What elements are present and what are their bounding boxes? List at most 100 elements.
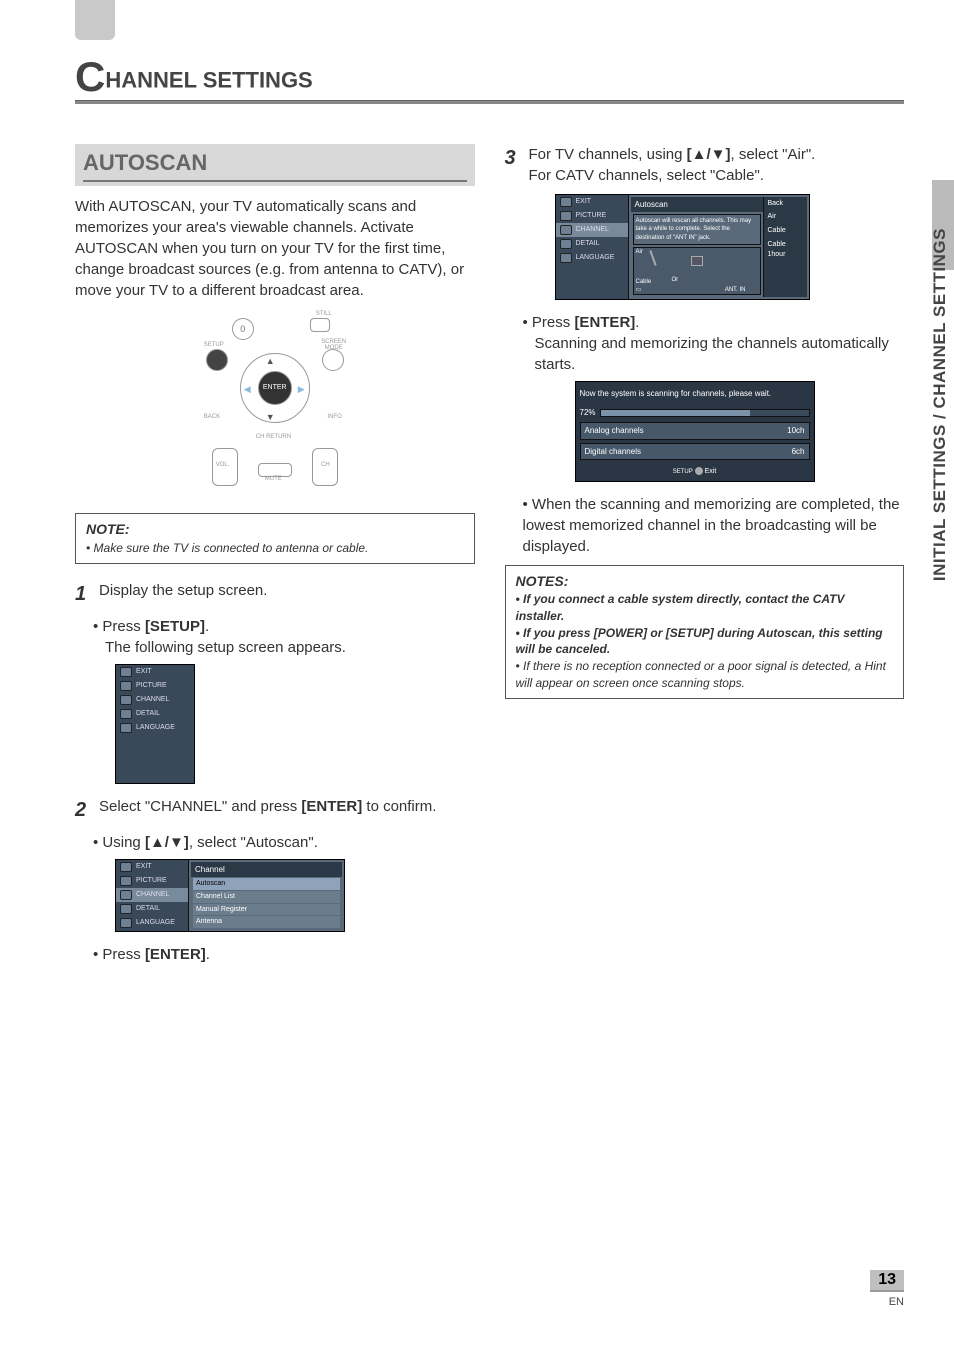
- language-icon: [120, 723, 132, 733]
- osd-item-channel-label: CHANNEL: [136, 695, 169, 705]
- detail-icon: [120, 709, 132, 719]
- note2-item-0: • If you connect a cable system directly…: [516, 591, 894, 625]
- picture-icon: [120, 876, 132, 886]
- step-2: 2 Select "CHANNEL" and press [ENTER] to …: [75, 796, 475, 824]
- osd-item-picture: PICTURE: [116, 679, 194, 693]
- step-3-press-a: Press: [532, 314, 575, 331]
- page-footer: 13 EN: [870, 1270, 904, 1310]
- osd2-row-manualreg: Manual Register: [193, 904, 340, 916]
- chapter-rule: [75, 100, 904, 104]
- progress-analog-label: Analog channels: [585, 425, 644, 436]
- remote-btn-setup: [206, 349, 228, 371]
- osd2-detail-label: DETAIL: [136, 904, 160, 914]
- progress-analog-val: 10ch: [787, 425, 804, 436]
- progress-row-digital: Digital channels 6ch: [580, 443, 810, 460]
- step-1-num: 1: [75, 580, 91, 608]
- channel-icon: [120, 695, 132, 705]
- step-2-text-b: to confirm.: [362, 798, 436, 815]
- channel-icon: [120, 890, 132, 900]
- note-body-1: • Make sure the TV is connected to anten…: [86, 540, 464, 557]
- step-3-press: Press [ENTER].: [523, 314, 640, 331]
- step-2-press-bold: [ENTER]: [145, 946, 206, 963]
- progress-percent: 72%: [580, 407, 596, 418]
- language-icon: [120, 918, 132, 928]
- step-2-press: Press [ENTER].: [93, 946, 210, 963]
- osd2-item-channel: CHANNEL: [116, 888, 188, 902]
- chapter-initial: C: [75, 53, 105, 100]
- osd-channel-menu: EXIT PICTURE CHANNEL DETAIL LANGUAGE Cha…: [115, 859, 345, 932]
- osd2-picture-label: PICTURE: [136, 876, 167, 886]
- osd-item-detail: DETAIL: [116, 707, 194, 721]
- progress-digital-label: Digital channels: [585, 446, 641, 457]
- step-3-line1b: , select "Air".: [731, 146, 816, 163]
- osd2-item-language: LANGUAGE: [116, 916, 188, 930]
- osd2-item-exit: EXIT: [116, 860, 188, 874]
- osd-item-language: LANGUAGE: [116, 721, 194, 735]
- step-2-sub-bold: [▲/▼]: [145, 834, 189, 851]
- osd3-language-label: LANGUAGE: [576, 253, 615, 263]
- step-3-line1a: For TV channels, using: [529, 146, 687, 163]
- osd3-detail-label: DETAIL: [576, 239, 600, 249]
- osd2-panel-title: Channel: [191, 862, 342, 877]
- osd-item-exit: EXIT: [116, 665, 194, 679]
- chapter-rest: HANNEL SETTINGS: [105, 68, 312, 93]
- progress-digital-val: 6ch: [792, 446, 805, 457]
- step-1: 1 Display the setup screen.: [75, 580, 475, 608]
- progress-bar-fill: [601, 410, 751, 416]
- progress-header: Now the system is scanning for channels,…: [580, 386, 810, 403]
- osd-item-detail-label: DETAIL: [136, 709, 160, 719]
- remote-label-mute: MUTE: [265, 475, 282, 483]
- osd2-row-autoscan: Autoscan: [193, 878, 340, 890]
- dpad-right-icon: ▶: [298, 383, 305, 396]
- osd2-item-picture: PICTURE: [116, 874, 188, 888]
- note2-item-1: • If you press [POWER] or [SETUP] during…: [516, 625, 894, 659]
- remote-label-setup: SETUP: [204, 341, 224, 349]
- osd-progress: Now the system is scanning for channels,…: [575, 381, 815, 482]
- note-head-2: NOTES:: [516, 572, 894, 592]
- dpad-up-icon: ▲: [266, 355, 275, 368]
- step-1-sub1c: .: [205, 618, 209, 635]
- step-3-line2: For CATV channels, select "Cable".: [529, 167, 764, 184]
- osd3-msg: Autoscan will rescan all channels. This …: [633, 214, 761, 245]
- picture-icon: [120, 681, 132, 691]
- progress-bar: [600, 409, 810, 417]
- diagram-or: Or: [672, 276, 679, 284]
- page-lang: EN: [889, 1296, 904, 1308]
- osd3-opt-cable: Cable: [764, 224, 807, 238]
- step-3-press-tail: .: [635, 314, 639, 331]
- osd3-opt-air: Air: [764, 210, 807, 224]
- step-2-text-a: Select "CHANNEL" and press: [99, 798, 301, 815]
- dpad-down-icon: ▼: [266, 411, 275, 424]
- picture-icon: [560, 211, 572, 221]
- osd3-item-detail: DETAIL: [556, 237, 628, 251]
- step-2-press-tail: .: [206, 946, 210, 963]
- osd3-diagram: Air Cable Or ANT. IN ▭: [633, 247, 761, 295]
- page-number: 13: [870, 1270, 904, 1292]
- remote-label-info: INFO: [327, 413, 341, 421]
- section-title: AUTOSCAN: [83, 148, 467, 183]
- osd-autoscan: EXIT PICTURE CHANNEL DETAIL LANGUAGE Aut…: [555, 194, 810, 300]
- exit-icon: [120, 862, 132, 872]
- step-2-sub-b: , select "Autoscan".: [189, 834, 318, 851]
- step-1-sub1b: [SETUP]: [145, 618, 205, 635]
- osd2-language-label: LANGUAGE: [136, 918, 175, 928]
- step-3-complete: When the scanning and memorizing are com…: [523, 496, 900, 555]
- osd3-item-channel: CHANNEL: [556, 223, 628, 237]
- top-grey-tab: [75, 0, 115, 40]
- note-head-1: NOTE:: [86, 520, 464, 540]
- osd3-picture-label: PICTURE: [576, 211, 607, 221]
- osd3-item-exit: EXIT: [556, 195, 628, 209]
- step-3-line1bold: [▲/▼]: [687, 146, 731, 163]
- step-2-sub: Using [▲/▼], select "Autoscan".: [93, 834, 318, 851]
- osd2-exit-label: EXIT: [136, 862, 152, 872]
- osd3-item-language: LANGUAGE: [556, 251, 628, 265]
- osd3-panel-title: Autoscan: [631, 197, 763, 212]
- note2-item-0-text: If you connect a cable system directly, …: [516, 592, 845, 623]
- osd-setup-menu: EXIT PICTURE CHANNEL DETAIL LANGUAGE: [115, 664, 195, 784]
- step-2-text-bold: [ENTER]: [301, 798, 362, 815]
- setup-dot-icon: [695, 467, 703, 475]
- dpad-left-icon: ◀: [244, 383, 251, 396]
- note-box-2: NOTES: • If you connect a cable system d…: [505, 565, 905, 699]
- remote-label-screenmode: SCREEN MODE: [318, 339, 350, 351]
- step-1-sub1: Press [SETUP].: [93, 618, 209, 635]
